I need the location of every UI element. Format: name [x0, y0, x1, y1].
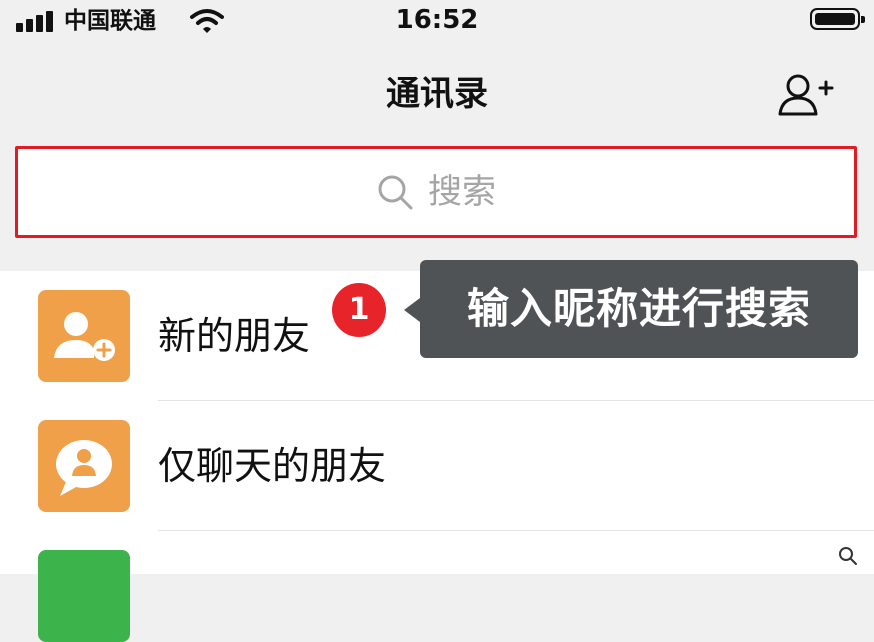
- list-item-label: 仅聊天的朋友: [158, 444, 387, 488]
- search-icon: [378, 175, 413, 210]
- list-item-group-chats[interactable]: [0, 531, 874, 642]
- page-title: 通讯录: [386, 74, 488, 114]
- list-item-label: 新的朋友: [158, 314, 311, 358]
- status-bar: 中国联通 16:52: [0, 0, 874, 42]
- annotation-tooltip: 输入昵称进行搜索: [420, 260, 858, 358]
- tooltip-arrow: [404, 298, 420, 322]
- search-input[interactable]: 搜索: [15, 146, 857, 238]
- battery-icon: [810, 8, 865, 30]
- add-contact-icon: [778, 74, 834, 116]
- clock: 16:52: [395, 5, 479, 35]
- group-chat-icon: [38, 550, 130, 642]
- index-search-icon[interactable]: [838, 546, 858, 566]
- search-placeholder: 搜索: [428, 172, 496, 212]
- list-item-chat-only-friends[interactable]: 仅聊天的朋友: [0, 401, 874, 531]
- chat-only-friend-icon: [38, 420, 130, 512]
- new-friend-icon: [38, 290, 130, 382]
- add-contact-button[interactable]: [776, 70, 836, 120]
- step-badge: 1: [332, 283, 386, 337]
